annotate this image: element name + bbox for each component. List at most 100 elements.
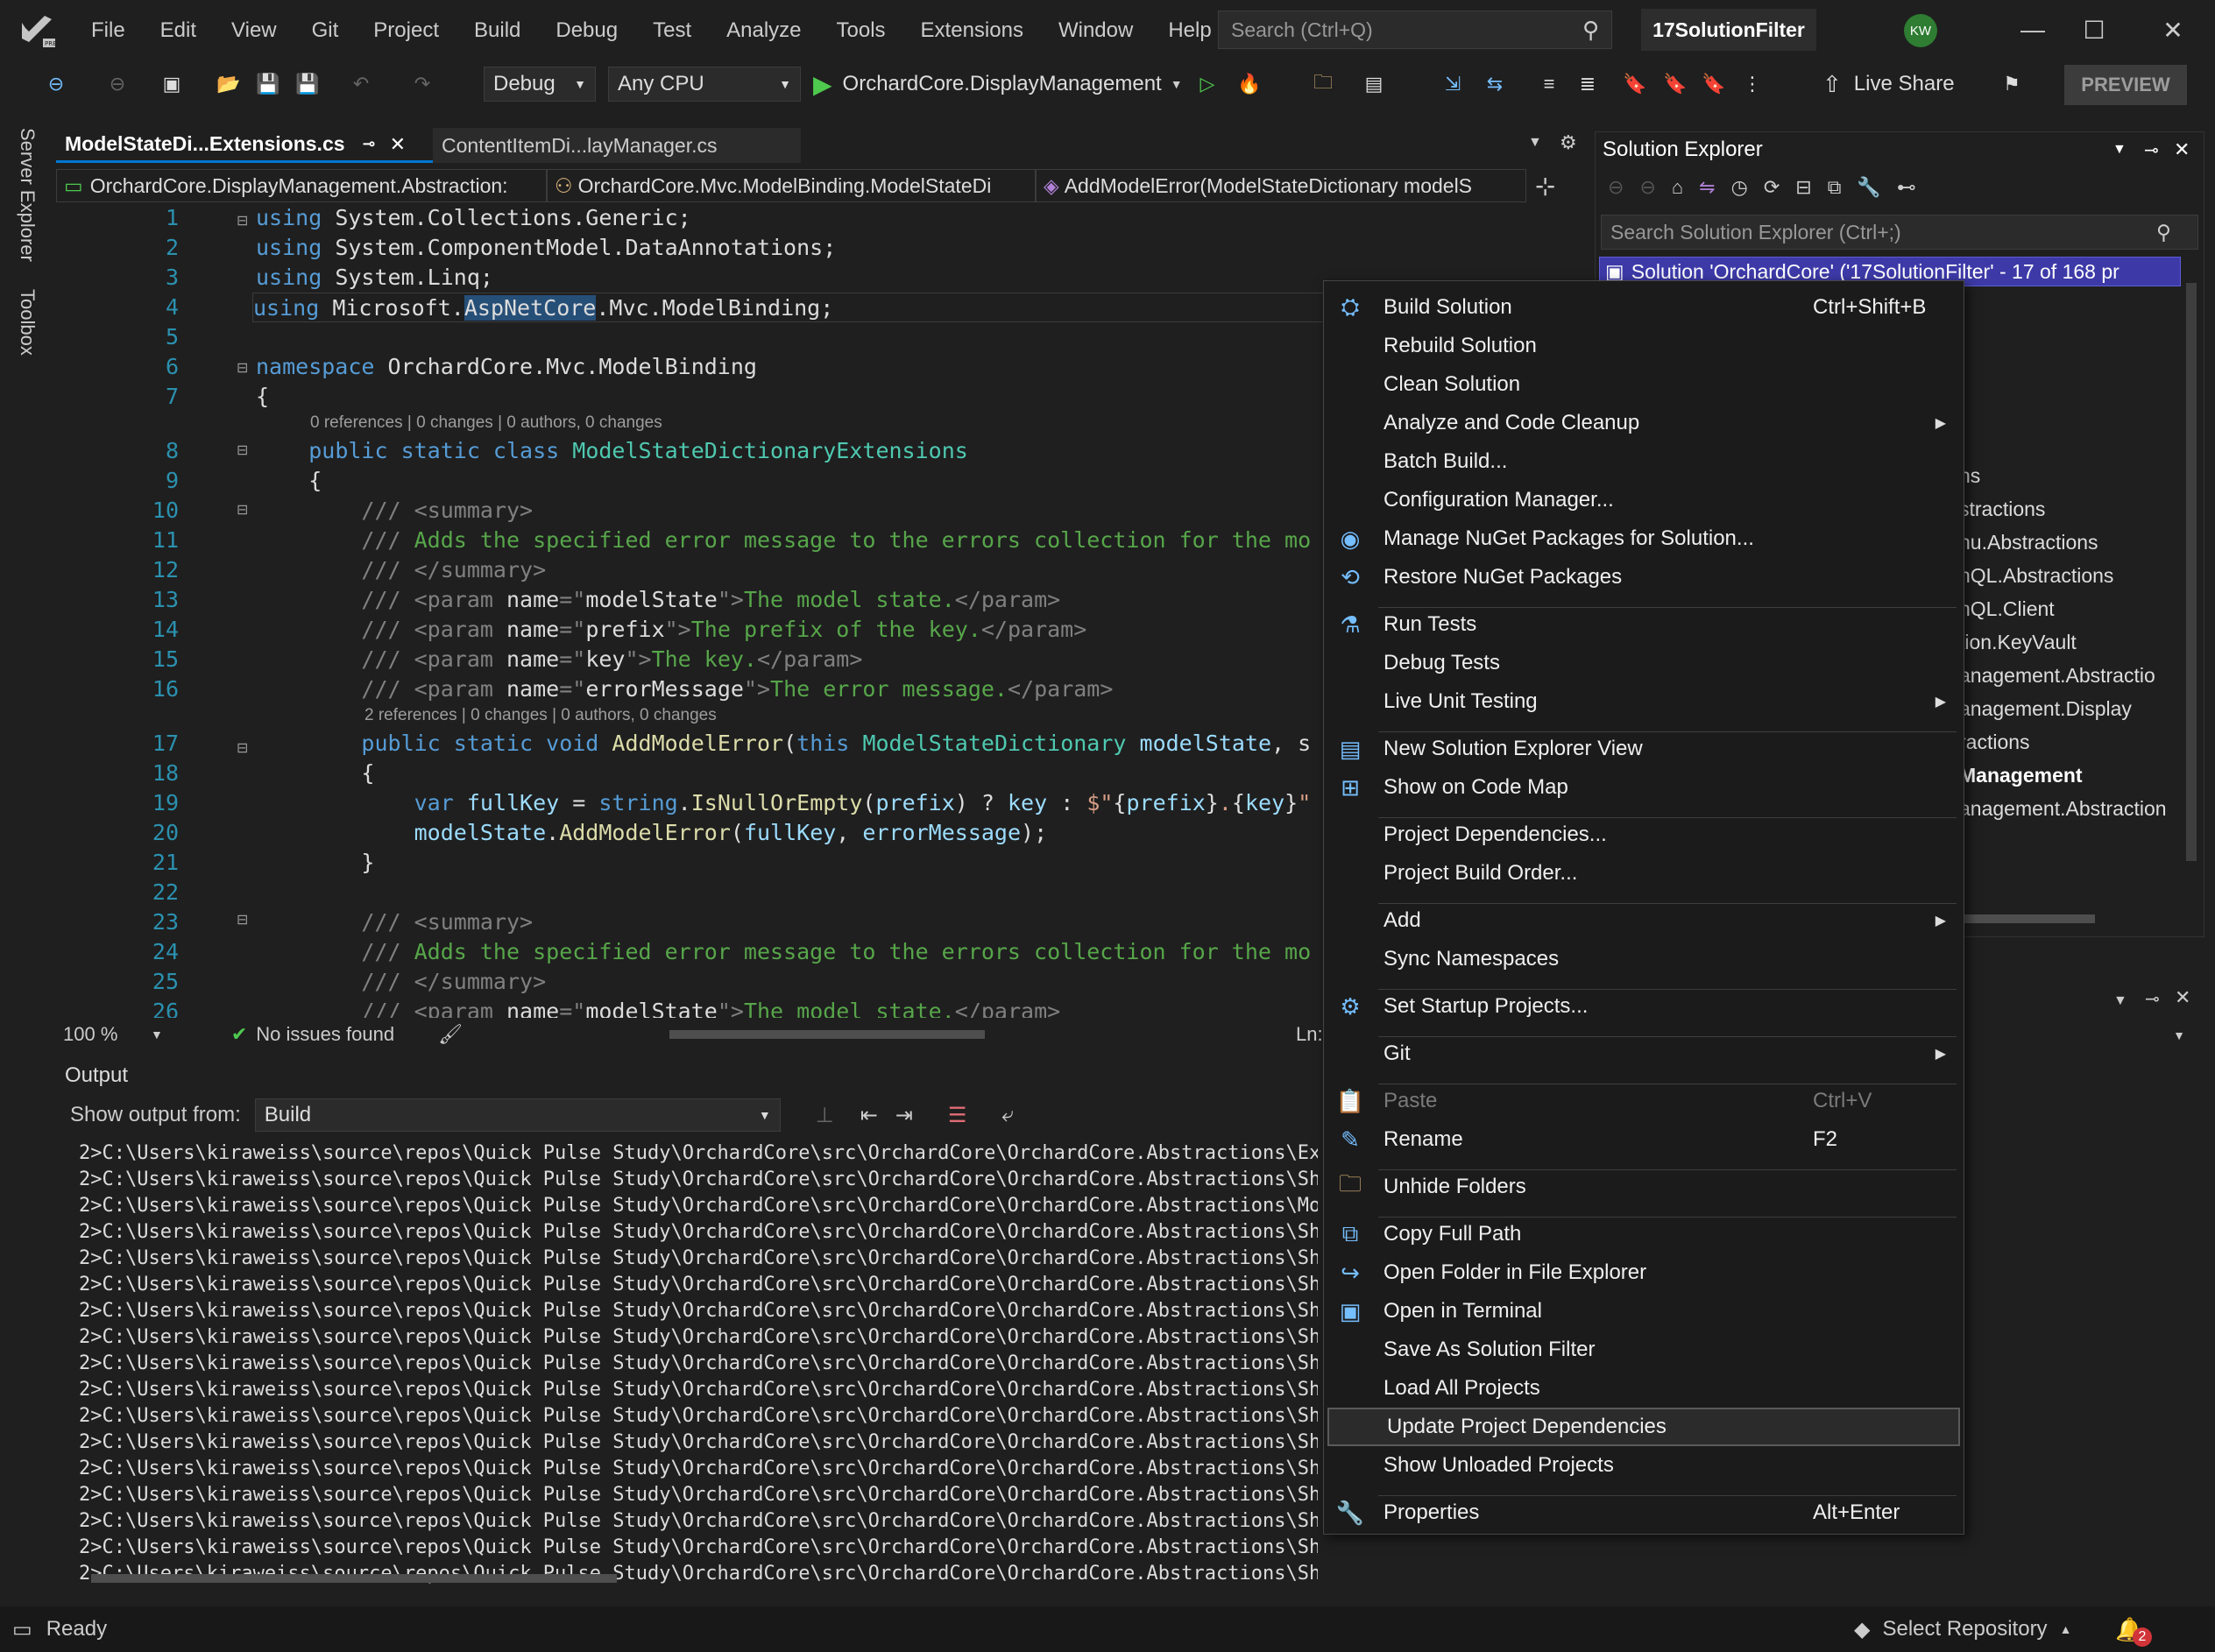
back-icon[interactable]: ⊖: [42, 70, 70, 98]
forward-icon[interactable]: ⊖: [1639, 176, 1655, 199]
minimize-icon[interactable]: —: [2006, 9, 2059, 51]
issues-status[interactable]: No issues found: [256, 1023, 394, 1046]
redo-icon[interactable]: ↷: [408, 70, 436, 98]
menu-file[interactable]: File: [74, 0, 143, 61]
menu-item-open-in-terminal[interactable]: ▣ Open in Terminal: [1324, 1292, 1964, 1331]
output-text[interactable]: 2>C:\Users\kiraweiss\source\repos\Quick …: [56, 1137, 1318, 1587]
menu-item-load-all-projects[interactable]: Load All Projects: [1324, 1369, 1964, 1408]
config-select[interactable]: Debug ▼: [484, 67, 596, 102]
save-icon[interactable]: 💾: [254, 70, 282, 98]
menu-item-analyze-and-code-cleanup[interactable]: Analyze and Code Cleanup ▶: [1324, 404, 1964, 442]
fold-icon[interactable]: ⊟: [237, 212, 248, 229]
menu-item-debug-tests[interactable]: Debug Tests: [1324, 644, 1964, 682]
menu-item-batch-build[interactable]: Batch Build...: [1324, 442, 1964, 481]
menu-item-live-unit-testing[interactable]: Live Unit Testing ▶: [1324, 682, 1964, 721]
menu-build[interactable]: Build: [456, 0, 538, 61]
avatar[interactable]: KW: [1904, 14, 1937, 47]
prev-message-icon[interactable]: ⇤: [860, 1103, 878, 1128]
menu-item-git[interactable]: Git ▶: [1324, 1034, 1964, 1073]
split-editor-icon[interactable]: ⊹: [1535, 172, 1555, 201]
collapse-all-icon[interactable]: ⊟: [1795, 176, 1811, 199]
find-message-icon[interactable]: ⊥: [816, 1103, 834, 1128]
menu-item-save-as-solution-filter[interactable]: Save As Solution Filter: [1324, 1331, 1964, 1369]
word-wrap-icon[interactable]: ⤶: [1001, 1103, 1013, 1127]
solution-tree-item[interactable]: anagement.Abstractio: [1959, 660, 2155, 691]
preview-icon[interactable]: ⊷: [1897, 176, 1916, 199]
menu-view[interactable]: View: [214, 0, 294, 61]
solution-name-badge[interactable]: 17SolutionFilter: [1641, 9, 1816, 51]
solution-tree-item[interactable]: anagement.Display: [1959, 693, 2132, 724]
menu-item-show-unloaded-projects[interactable]: Show Unloaded Projects: [1324, 1446, 1964, 1485]
zoom-select[interactable]: 100 %: [63, 1023, 151, 1046]
menu-item-project-dependencies[interactable]: Project Dependencies...: [1324, 815, 1964, 854]
start-debug-button[interactable]: ▶ OrchardCore.DisplayManagement ▼: [813, 67, 1183, 102]
sync-icon[interactable]: ⟳: [1764, 176, 1780, 199]
scroll-thumb[interactable]: [2186, 283, 2197, 861]
output-horizontal-scrollbar[interactable]: [65, 1571, 1537, 1585]
cleanup-icon[interactable]: 🖌: [438, 1023, 463, 1046]
menu-item-sync-namespaces[interactable]: Sync Namespaces: [1324, 940, 1964, 978]
codelens-method[interactable]: 2 references | 0 changes | 0 authors, 0 …: [364, 706, 717, 725]
feedback-icon[interactable]: ⚑: [1998, 70, 2026, 98]
open-icon[interactable]: 📂: [215, 70, 243, 98]
new-project-icon[interactable]: ▣: [158, 70, 186, 98]
solution-horizontal-scrollbar[interactable]: [1964, 912, 2174, 926]
switch-views-icon[interactable]: ⇋: [1699, 176, 1715, 199]
menu-window[interactable]: Window: [1041, 0, 1150, 61]
tab-content-item-display-manager[interactable]: ContentItemDi...layManager.cs: [433, 128, 801, 163]
editor-horizontal-scrollbar[interactable]: [634, 1028, 1300, 1041]
menu-item-restore-nuget-packages[interactable]: ⟲ Restore NuGet Packages: [1324, 558, 1964, 597]
menu-project[interactable]: Project: [356, 0, 456, 61]
show-all-files-icon[interactable]: ⧉: [1828, 176, 1842, 199]
fold-icon[interactable]: ⊟: [237, 739, 248, 757]
fold-icon[interactable]: ⊟: [237, 911, 248, 928]
menu-item-properties[interactable]: 🔧 Properties Alt+Enter: [1324, 1493, 1964, 1532]
pin-icon[interactable]: ⊸: [2144, 139, 2159, 161]
maximize-icon[interactable]: ☐: [2068, 9, 2120, 51]
solution-tree-item[interactable]: nQL.Abstractions: [1959, 560, 2113, 591]
forward-icon[interactable]: ⊖: [103, 70, 131, 98]
project-nav-select[interactable]: ▭ OrchardCore.DisplayManagement.Abstracti…: [56, 169, 547, 202]
menu-item-new-solution-explorer-view[interactable]: ▤ New Solution Explorer View: [1324, 730, 1964, 768]
solution-tree-item[interactable]: Management: [1959, 759, 2083, 791]
output-source-select[interactable]: Build ▼: [254, 1098, 781, 1132]
close-icon[interactable]: ✕: [2174, 138, 2190, 161]
member-nav-select[interactable]: ◈ AddModelError(ModelStateDictionary mode…: [1036, 169, 1526, 202]
menu-item-unhide-folders[interactable]: 🗀 Unhide Folders: [1324, 1168, 1964, 1206]
solution-tree-item[interactable]: nu.Abstractions: [1959, 526, 2098, 558]
scroll-thumb[interactable]: [669, 1030, 985, 1039]
solution-tree-item[interactable]: stractions: [1959, 493, 2045, 525]
menu-item-open-folder-in-file-explorer[interactable]: ↪ Open Folder in File Explorer: [1324, 1253, 1964, 1292]
folder-icon[interactable]: 🗀: [1309, 70, 1337, 98]
pending-changes-icon[interactable]: ◷: [1731, 176, 1748, 199]
clear-all-icon[interactable]: ☰: [948, 1103, 967, 1128]
solution-tree-item[interactable]: anagement.Abstraction: [1959, 793, 2167, 824]
scroll-thumb[interactable]: [91, 1574, 617, 1583]
solution-tree-item[interactable]: ractions: [1959, 726, 2030, 758]
menu-item-rebuild-solution[interactable]: Rebuild Solution: [1324, 327, 1964, 365]
menu-item-show-on-code-map[interactable]: ⊞ Show on Code Map: [1324, 768, 1964, 807]
close-icon[interactable]: ✕: [2147, 9, 2199, 51]
search-input[interactable]: Search (Ctrl+Q) ⚲: [1218, 11, 1612, 49]
vs-logo-icon[interactable]: PRE: [0, 0, 74, 61]
close-icon[interactable]: ✕: [2175, 986, 2190, 1009]
type-nav-select[interactable]: ⚇ OrchardCore.Mvc.ModelBinding.ModelState…: [547, 169, 1036, 202]
menu-item-set-startup-projects[interactable]: ⚙ Set Startup Projects...: [1324, 987, 1964, 1026]
preview-button[interactable]: PREVIEW: [2064, 65, 2187, 105]
overflow-icon[interactable]: ⋮: [1738, 70, 1766, 98]
code-editor[interactable]: 1 2 3 4 5 6 7 8 9 10 11 12 13 14 15 16 17 18 19 20 21 22 23 24 2…: [56, 203, 1511, 1018]
scroll-thumb[interactable]: [1964, 914, 2095, 923]
menu-item-run-tests[interactable]: ⚗ Run Tests: [1324, 605, 1964, 644]
undo-icon[interactable]: ↶: [347, 70, 375, 98]
pin-icon[interactable]: ⊸: [2145, 988, 2160, 1010]
close-icon[interactable]: ✕: [390, 133, 406, 156]
menu-item-paste[interactable]: 📋 Paste Ctrl+V: [1324, 1082, 1964, 1120]
bookmark-icon[interactable]: 🔖: [1621, 70, 1649, 98]
step-icon[interactable]: ⇲: [1439, 70, 1467, 98]
fold-icon[interactable]: ⊟: [237, 359, 248, 377]
menu-edit[interactable]: Edit: [143, 0, 214, 61]
solution-tree-item[interactable]: tion.KeyVault: [1959, 626, 2077, 658]
menu-item-configuration-manager[interactable]: Configuration Manager...: [1324, 481, 1964, 519]
select-repository-button[interactable]: ◆ Select Repository ▲: [1854, 1613, 2071, 1645]
platform-select[interactable]: Any CPU ▼: [608, 67, 801, 102]
